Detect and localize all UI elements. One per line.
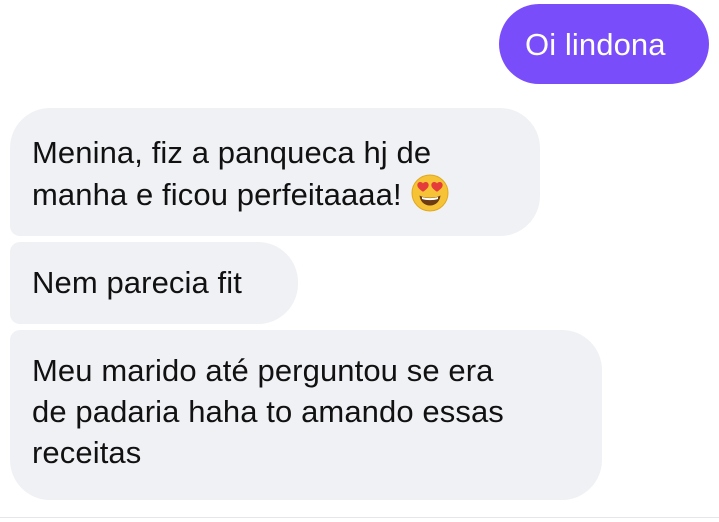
heart-eyes-emoji-icon (410, 173, 450, 213)
received-message-bubble[interactable]: Menina, fiz a panqueca hj de manha e fic… (10, 108, 540, 236)
message-text-line: de padaria haha to amando essas (32, 394, 504, 429)
received-message-bubble[interactable]: Meu marido até perguntou se era de padar… (10, 330, 602, 500)
chat-screen: Oi lindona Menina, fiz a panqueca hj de … (0, 0, 719, 522)
message-text-line: Meu marido até perguntou se era (32, 353, 494, 388)
bottom-divider (0, 517, 719, 518)
message-text-line: Nem parecia fit (32, 265, 242, 300)
received-message-bubble[interactable]: Nem parecia fit (10, 242, 298, 324)
sent-message-text: Oi lindona (525, 27, 666, 62)
message-text-line: manha e ficou perfeitaaaa! (32, 173, 520, 215)
message-text-fragment: manha e ficou perfeitaaaa! (32, 177, 402, 212)
sent-message-bubble[interactable]: Oi lindona (499, 4, 709, 84)
message-text-line: Menina, fiz a panqueca hj de (32, 135, 432, 170)
message-text-line: receitas (32, 435, 142, 470)
